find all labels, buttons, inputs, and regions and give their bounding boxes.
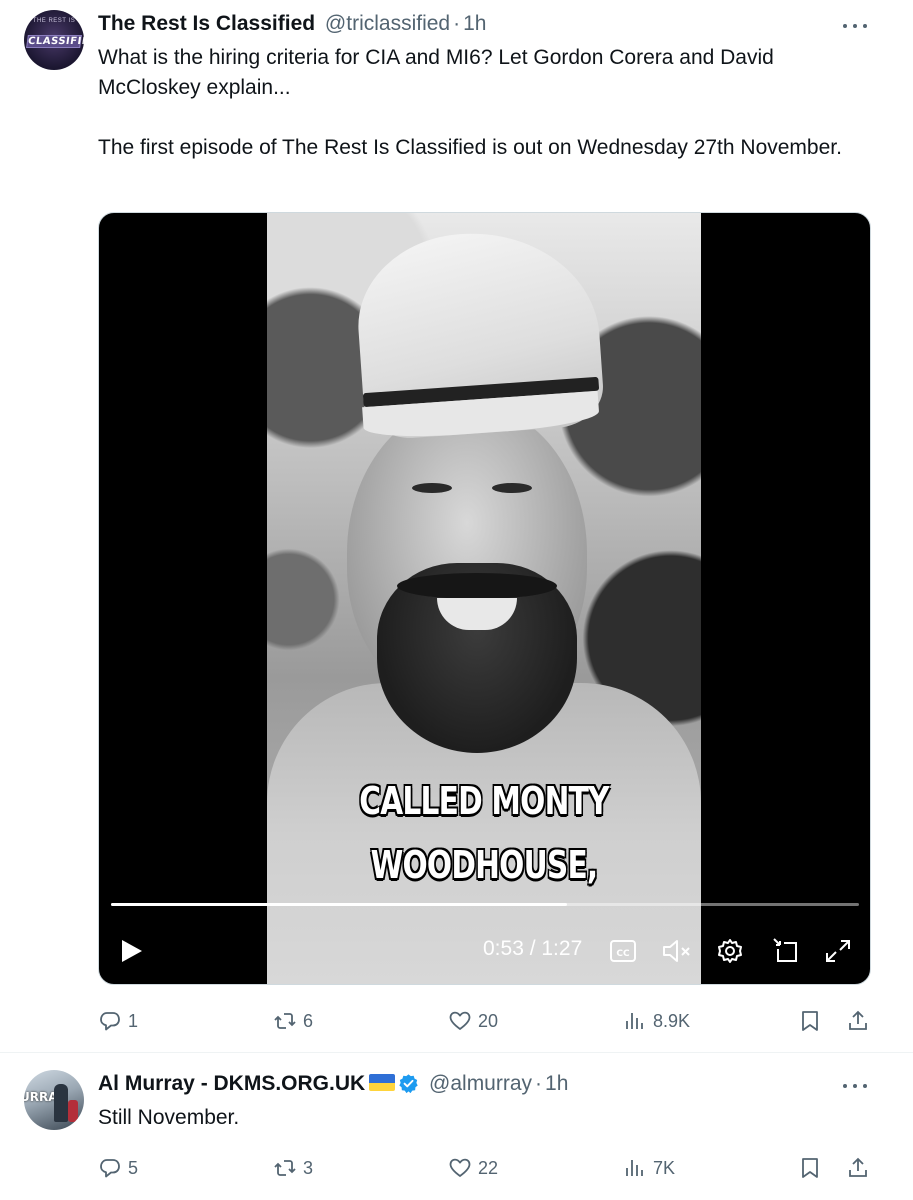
author-handle[interactable]: @triclassified xyxy=(325,12,450,35)
reply-count: 5 xyxy=(128,1157,139,1178)
tweet-actions: 5 3 22 7K xyxy=(98,1151,873,1185)
more-dot xyxy=(853,1084,857,1088)
ukraine-flag-icon xyxy=(369,1074,396,1091)
separator-dot: · xyxy=(453,12,461,35)
bookmark-icon xyxy=(802,1158,818,1178)
share-upload-icon xyxy=(849,1010,867,1030)
share-button[interactable] xyxy=(846,1004,876,1038)
video-frame: CALLED MONTY WOODHOUSE, xyxy=(267,213,701,984)
repost-count: 3 xyxy=(303,1157,314,1178)
author-name[interactable]: The Rest Is Classified xyxy=(98,12,315,35)
views-button[interactable]: 7K xyxy=(623,1151,675,1185)
video-settings-button[interactable] xyxy=(715,935,745,967)
unmute-button[interactable] xyxy=(661,935,693,967)
views-button[interactable]: 8.9K xyxy=(623,1004,690,1038)
like-button[interactable]: 20 xyxy=(448,1004,498,1038)
avatar[interactable]: THE REST IS CLASSIFIED xyxy=(24,10,84,70)
tweet-time[interactable]: 1h xyxy=(545,1072,568,1095)
more-dot xyxy=(863,1084,867,1088)
bookmark-icon xyxy=(802,1011,818,1031)
play-icon xyxy=(122,940,142,962)
analytics-bars-icon xyxy=(626,1013,643,1029)
like-count: 20 xyxy=(478,1010,499,1031)
video-timecode: 0:53 / 1:27 xyxy=(483,937,583,960)
more-horizontal-icon xyxy=(843,1084,847,1088)
tweet-time[interactable]: 1h xyxy=(463,12,486,35)
gear-icon xyxy=(718,939,742,963)
tweet-header: The Rest Is Classified @triclassified · 1h xyxy=(98,11,486,37)
verified-badge-icon[interactable] xyxy=(398,1073,419,1094)
video-player[interactable]: CALLED MONTY WOODHOUSE, 0:53 / 1:27 CC xyxy=(98,212,871,985)
heart-icon xyxy=(449,1158,471,1177)
repost-icon xyxy=(274,1013,296,1029)
like-button[interactable]: 22 xyxy=(448,1151,498,1185)
more-options-button[interactable] xyxy=(841,1076,869,1096)
author-name[interactable]: Al Murray - DKMS.ORG.UK xyxy=(98,1072,365,1095)
video-caption-line-1: CALLED MONTY xyxy=(359,779,609,823)
video-figure-mustache xyxy=(397,573,557,599)
fullscreen-button[interactable] xyxy=(823,935,853,967)
repost-count: 6 xyxy=(303,1010,314,1031)
more-options-button[interactable] xyxy=(841,16,869,36)
video-progress-bar[interactable] xyxy=(111,903,859,906)
analytics-bars-icon xyxy=(626,1160,643,1176)
reply-button[interactable]: 5 xyxy=(98,1151,138,1185)
repost-button[interactable]: 6 xyxy=(273,1004,313,1038)
reply-bubble-icon xyxy=(100,1159,120,1178)
picture-in-picture-button[interactable] xyxy=(770,935,800,967)
share-upload-icon xyxy=(849,1157,867,1177)
views-count: 7K xyxy=(653,1157,676,1178)
share-button[interactable] xyxy=(846,1151,876,1185)
tweet-text-paragraph-2: The first episode of The Rest Is Classif… xyxy=(98,136,842,159)
reply-count: 1 xyxy=(128,1010,139,1031)
video-progress-fill xyxy=(111,903,568,906)
avatar-main-text: CLASSIFIED xyxy=(26,35,84,48)
bookmark-button[interactable] xyxy=(798,1004,828,1038)
tweet-text: Still November. xyxy=(98,1106,240,1129)
video-figure-eye xyxy=(412,483,452,493)
tweet-actions: 1 6 20 8.9K xyxy=(98,1004,873,1038)
repost-icon xyxy=(274,1160,296,1176)
more-dot xyxy=(863,24,867,28)
like-count: 22 xyxy=(478,1157,499,1178)
avatar[interactable]: URRAY xyxy=(24,1070,84,1130)
author-handle[interactable]: @almurray xyxy=(429,1072,532,1095)
reply-button[interactable]: 1 xyxy=(98,1004,138,1038)
tweet-header: Al Murray - DKMS.ORG.UK @almurray · 1h xyxy=(98,1071,568,1097)
fullscreen-expand-icon xyxy=(826,940,850,962)
more-horizontal-icon xyxy=(843,24,847,28)
svg-text:CC: CC xyxy=(616,949,630,959)
volume-muted-icon xyxy=(663,940,690,962)
avatar-figure-accent xyxy=(68,1100,78,1122)
reply-bubble-icon xyxy=(100,1012,120,1031)
heart-icon xyxy=(449,1011,471,1030)
video-caption-line-2: WOODHOUSE, xyxy=(370,843,599,887)
tweet-text-paragraph-1: What is the hiring criteria for CIA and … xyxy=(98,46,774,99)
bookmark-button[interactable] xyxy=(798,1151,828,1185)
tweet[interactable]: THE REST IS CLASSIFIED The Rest Is Class… xyxy=(0,0,913,1052)
more-dot xyxy=(853,24,857,28)
separator-dot: · xyxy=(535,1072,543,1095)
repost-button[interactable]: 3 xyxy=(273,1151,313,1185)
views-count: 8.9K xyxy=(653,1010,691,1031)
avatar-top-text: THE REST IS xyxy=(32,18,76,24)
play-button[interactable] xyxy=(119,935,145,967)
closed-captions-icon: CC xyxy=(610,940,636,962)
avatar-figure xyxy=(54,1084,68,1122)
captions-button[interactable]: CC xyxy=(609,935,637,967)
picture-in-picture-icon xyxy=(773,938,797,962)
video-figure-eye xyxy=(492,483,532,493)
